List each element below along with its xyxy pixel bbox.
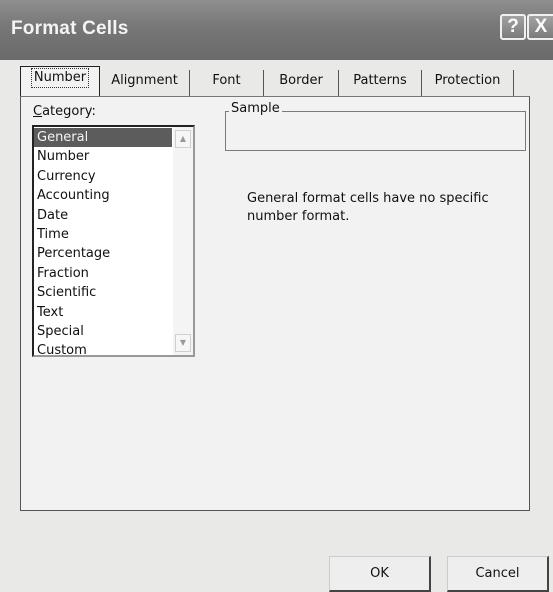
- tab-font[interactable]: Font: [190, 70, 264, 96]
- category-label-accelerator: C: [33, 104, 43, 119]
- scroll-down-arrow-icon[interactable]: ▼: [175, 334, 191, 352]
- sample-groupbox: [225, 111, 526, 151]
- category-label-text: ategory:: [42, 104, 96, 119]
- category-item-percentage[interactable]: Percentage: [34, 244, 172, 263]
- help-button[interactable]: ?: [500, 14, 526, 40]
- category-item-custom[interactable]: Custom: [34, 341, 172, 360]
- title-bar: Format Cells ? X: [0, 0, 553, 60]
- scroll-up-arrow-icon[interactable]: ▲: [175, 130, 191, 148]
- category-scrollbar[interactable]: ▲ ▼: [173, 127, 193, 355]
- tab-alignment[interactable]: Alignment: [100, 70, 190, 96]
- category-item-text[interactable]: Text: [34, 303, 172, 322]
- category-item-scientific[interactable]: Scientific: [34, 283, 172, 302]
- category-item-fraction[interactable]: Fraction: [34, 264, 172, 283]
- category-item-accounting[interactable]: Accounting: [34, 186, 172, 205]
- format-description: General format cells have no specific nu…: [247, 191, 489, 224]
- category-item-date[interactable]: Date: [34, 206, 172, 225]
- category-item-special[interactable]: Special: [34, 322, 172, 341]
- tab-number-label: Number: [30, 68, 90, 88]
- window-title: Format Cells: [11, 18, 129, 39]
- category-item-general[interactable]: General: [34, 128, 172, 148]
- tab-protection[interactable]: Protection: [422, 70, 514, 96]
- tab-number[interactable]: Number: [20, 66, 100, 97]
- sample-legend: Sample: [229, 101, 282, 117]
- tab-patterns[interactable]: Patterns: [339, 70, 422, 96]
- close-button[interactable]: X: [527, 14, 553, 40]
- category-item-number[interactable]: Number: [34, 147, 172, 166]
- category-items: General Number Currency Accounting Date …: [34, 128, 172, 361]
- category-item-time[interactable]: Time: [34, 225, 172, 244]
- category-item-currency[interactable]: Currency: [34, 167, 172, 186]
- category-label: Category:: [33, 104, 96, 119]
- ok-button[interactable]: OK: [329, 556, 431, 592]
- category-listbox[interactable]: General Number Currency Accounting Date …: [32, 125, 195, 358]
- tab-border[interactable]: Border: [264, 70, 339, 96]
- tab-strip: Number Alignment Font Border Patterns Pr…: [20, 66, 530, 97]
- cancel-button[interactable]: Cancel: [447, 556, 549, 592]
